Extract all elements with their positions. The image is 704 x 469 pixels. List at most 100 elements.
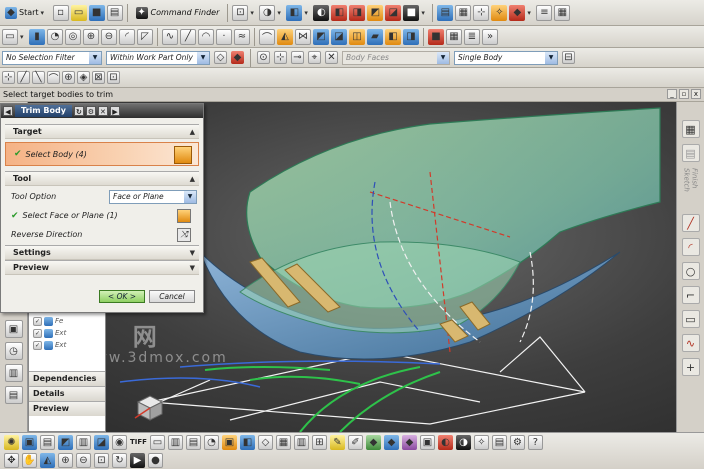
selection-filter-dropdown[interactable]: No Selection Filter ▼: [2, 50, 102, 65]
select-body-row[interactable]: ✔ Select Body (4): [5, 142, 199, 166]
list-icon[interactable]: ≣: [464, 28, 480, 45]
studio-icon[interactable]: ▣: [419, 434, 435, 450]
grid-icon[interactable]: ▦: [554, 4, 571, 21]
tool-section-header[interactable]: Tool ▲: [5, 171, 199, 186]
system-materials-icon[interactable]: ▥: [4, 364, 23, 382]
preview-panel-header[interactable]: Preview: [29, 401, 105, 416]
tree-item[interactable]: ✓ Ext: [33, 327, 101, 339]
chevron-down-icon[interactable]: ▾: [304, 9, 311, 17]
intersection-icon[interactable]: ✕: [325, 51, 338, 64]
open-folder-icon[interactable]: ▭: [70, 4, 87, 21]
subtract-icon[interactable]: ⊖: [101, 28, 117, 45]
record-icon[interactable]: ●: [148, 452, 163, 468]
center-snap-icon[interactable]: ⊕: [62, 71, 75, 84]
camera-icon[interactable]: ◉: [112, 434, 127, 450]
wcs-icon[interactable]: ⊹: [473, 4, 490, 21]
control-point-icon[interactable]: ⌖: [308, 51, 321, 64]
pan-icon[interactable]: ✋: [22, 452, 37, 468]
body-rule-dropdown[interactable]: Single Body ▼: [454, 50, 558, 65]
snap-icon[interactable]: ✧: [491, 4, 508, 21]
tangent-snap-icon[interactable]: ⌒: [47, 71, 60, 85]
ok-button[interactable]: < OK >: [99, 290, 145, 303]
arc-tool-icon[interactable]: ◜: [681, 238, 700, 256]
process-studio-icon[interactable]: ▤: [4, 386, 23, 404]
render-style-icon[interactable]: ◐: [313, 4, 330, 21]
blue-icon[interactable]: ◆: [383, 434, 399, 450]
view-icon[interactable]: ◔: [203, 434, 219, 450]
wireframe-icon[interactable]: ◨: [349, 4, 366, 21]
play-icon[interactable]: ▶: [130, 452, 145, 468]
cube-view-icon[interactable]: ◧: [286, 4, 303, 21]
filter-options-icon[interactable]: ⊟: [562, 51, 575, 64]
reset-icon[interactable]: ↻: [73, 106, 84, 116]
spline-tool-icon[interactable]: ∿: [681, 334, 700, 352]
curve-icon[interactable]: ∿: [162, 28, 178, 45]
tree-item[interactable]: ✓ Fe: [33, 315, 101, 327]
more-icon[interactable]: »: [482, 28, 498, 45]
mesh-icon[interactable]: ⊞: [311, 434, 327, 450]
zoom-icon[interactable]: ⊕: [58, 452, 73, 468]
preview-section-header[interactable]: Preview ▼: [5, 260, 199, 275]
endpoint-icon[interactable]: ⊹: [274, 51, 287, 64]
purple-icon[interactable]: ◆: [401, 434, 417, 450]
background-icon[interactable]: ■: [403, 4, 420, 21]
rotate-icon[interactable]: ↻: [112, 452, 127, 468]
rotate-view-icon[interactable]: ◑: [259, 4, 276, 21]
deselect-icon[interactable]: ◆: [231, 51, 244, 64]
dark-icon[interactable]: ◑: [455, 434, 471, 450]
orient-icon[interactable]: ◭: [40, 452, 55, 468]
target-section-header[interactable]: Target ▲: [5, 124, 199, 139]
command-finder-button[interactable]: ✦ Command Finder: [132, 3, 224, 23]
grid-view-icon[interactable]: ▦: [275, 434, 291, 450]
select-face-icon[interactable]: [177, 208, 191, 223]
fillet-tool-icon[interactable]: ⌐: [681, 286, 700, 304]
annotation-icon[interactable]: ✐: [347, 434, 363, 450]
previous-icon[interactable]: ◀: [3, 106, 13, 116]
fit-view-icon[interactable]: ⊡: [232, 4, 249, 21]
start-button[interactable]: ◆ Start ▾: [2, 3, 51, 23]
settings-icon[interactable]: ⚙: [509, 434, 525, 450]
point-icon[interactable]: ·: [216, 28, 232, 45]
image-export-icon[interactable]: ▭: [149, 434, 165, 450]
analysis-icon[interactable]: ◆: [509, 4, 526, 21]
settings-section-header[interactable]: Settings ▼: [5, 245, 199, 260]
tree-item[interactable]: ✓ Ext: [33, 339, 101, 351]
render-icon[interactable]: ◐: [437, 434, 453, 450]
circle-tool-icon[interactable]: ○: [681, 262, 700, 280]
line-snap2-icon[interactable]: ╲: [32, 71, 45, 84]
settings-icon[interactable]: ⚙: [85, 106, 96, 116]
select-all-icon[interactable]: ◇: [214, 51, 227, 64]
midpoint-icon[interactable]: ⊸: [291, 51, 304, 64]
close-button[interactable]: x: [691, 89, 701, 99]
extract-icon[interactable]: ◨: [403, 28, 419, 45]
green-icon[interactable]: ◆: [365, 434, 381, 450]
cancel-button[interactable]: Cancel: [149, 290, 195, 303]
patch-icon[interactable]: ◧: [385, 28, 401, 45]
surface-icon[interactable]: ◭: [277, 28, 293, 45]
section-view-icon[interactable]: ◪: [385, 4, 402, 21]
sketch-name-icon[interactable]: ▤: [681, 144, 700, 162]
explode-icon[interactable]: ◪: [94, 434, 109, 450]
offset-curve-icon[interactable]: ≈: [234, 28, 250, 45]
layer-icon[interactable]: ▤: [437, 4, 454, 21]
measure-icon[interactable]: ≡: [536, 4, 553, 21]
layout-icon[interactable]: ▥: [293, 434, 309, 450]
layer-settings-icon[interactable]: ▦: [455, 4, 472, 21]
extrude-icon[interactable]: ▮: [29, 28, 45, 45]
chevron-down-icon[interactable]: ▾: [527, 9, 534, 17]
lights-icon[interactable]: ✧: [473, 434, 489, 450]
stop-icon[interactable]: ■: [428, 28, 444, 45]
assembly-icon[interactable]: ▣: [22, 434, 37, 450]
part-color-icon[interactable]: ◩: [367, 4, 384, 21]
restore-button[interactable]: ▫: [679, 89, 689, 99]
tool-option-dropdown[interactable]: Face or Plane ▼: [109, 189, 197, 204]
sketch-icon[interactable]: ▭: [2, 28, 18, 45]
select-body-icon[interactable]: [174, 146, 192, 164]
box-icon[interactable]: ▣: [221, 434, 237, 450]
snap-point-icon[interactable]: ⊙: [257, 51, 270, 64]
chart-icon[interactable]: ▥: [167, 434, 183, 450]
existing-point-icon[interactable]: ⊠: [92, 71, 105, 84]
point-on-curve-icon[interactable]: ⊡: [107, 71, 120, 84]
offset-surface-icon[interactable]: ◫: [349, 28, 365, 45]
new-file-icon[interactable]: ▫: [52, 4, 69, 21]
